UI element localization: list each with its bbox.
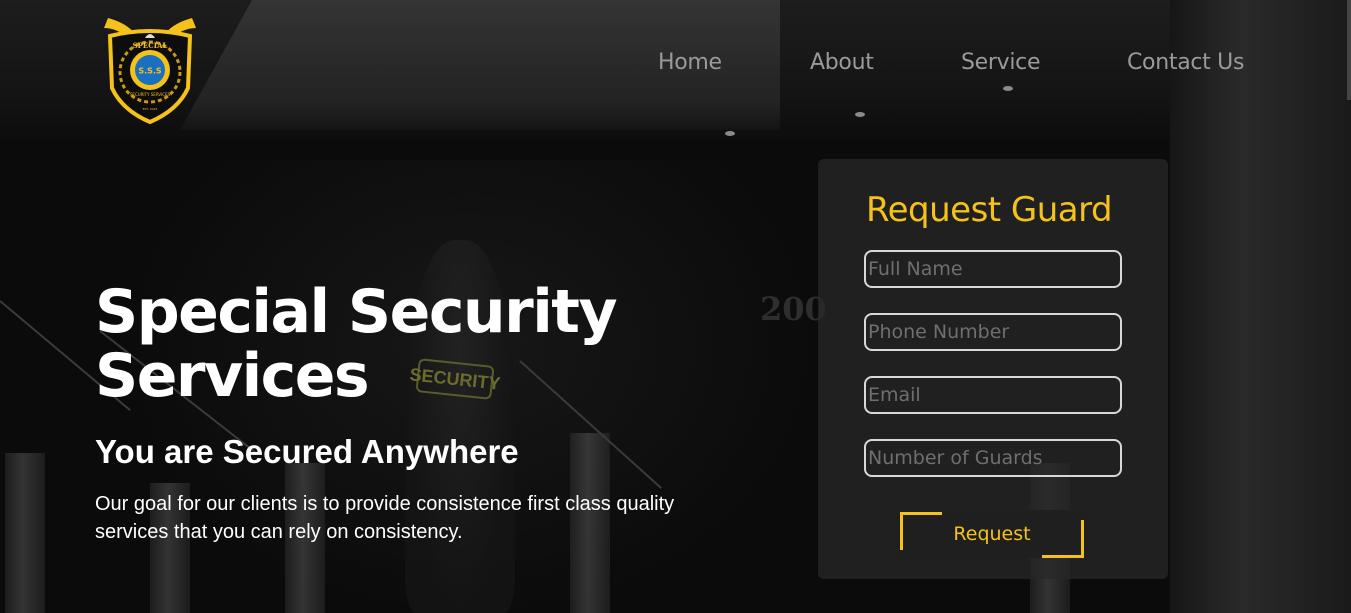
main-nav: Home About Service Contact Us xyxy=(0,50,1351,80)
form-title: Request Guard xyxy=(866,190,1113,230)
logo-ring-text: SECURITY SERVICES xyxy=(130,92,171,97)
number-of-guards-input[interactable] xyxy=(864,439,1122,477)
ceiling-light-dot xyxy=(855,112,865,117)
hero-subtitle: You are Secured Anywhere xyxy=(95,433,519,470)
full-name-input[interactable] xyxy=(864,250,1122,288)
background-wall xyxy=(1170,0,1351,613)
nav-home[interactable]: Home xyxy=(658,50,722,75)
nav-contact-us[interactable]: Contact Us xyxy=(1127,50,1244,75)
ceiling-light-dot xyxy=(1003,86,1013,91)
background-pillar xyxy=(5,453,45,613)
phone-number-input[interactable] xyxy=(864,313,1122,351)
logo-bottom-text: EST. 2015 xyxy=(143,107,158,111)
request-button-label: Request xyxy=(953,523,1031,545)
button-corner-bottom-right xyxy=(1042,520,1084,558)
email-input[interactable] xyxy=(864,376,1122,414)
hero-title: Special Security Services xyxy=(95,277,618,411)
nav-service[interactable]: Service xyxy=(961,50,1041,75)
button-corner-top-left xyxy=(900,512,942,550)
logo-top-text: SPECIAL xyxy=(133,41,168,50)
scrollbar[interactable] xyxy=(1347,0,1351,100)
request-button[interactable]: Request xyxy=(898,510,1086,558)
hero-description: Our goal for our clients is to provide c… xyxy=(95,493,675,543)
ceiling-light-dot xyxy=(725,131,735,136)
floor-sign: 200 xyxy=(760,290,827,328)
nav-about[interactable]: About xyxy=(810,50,874,75)
